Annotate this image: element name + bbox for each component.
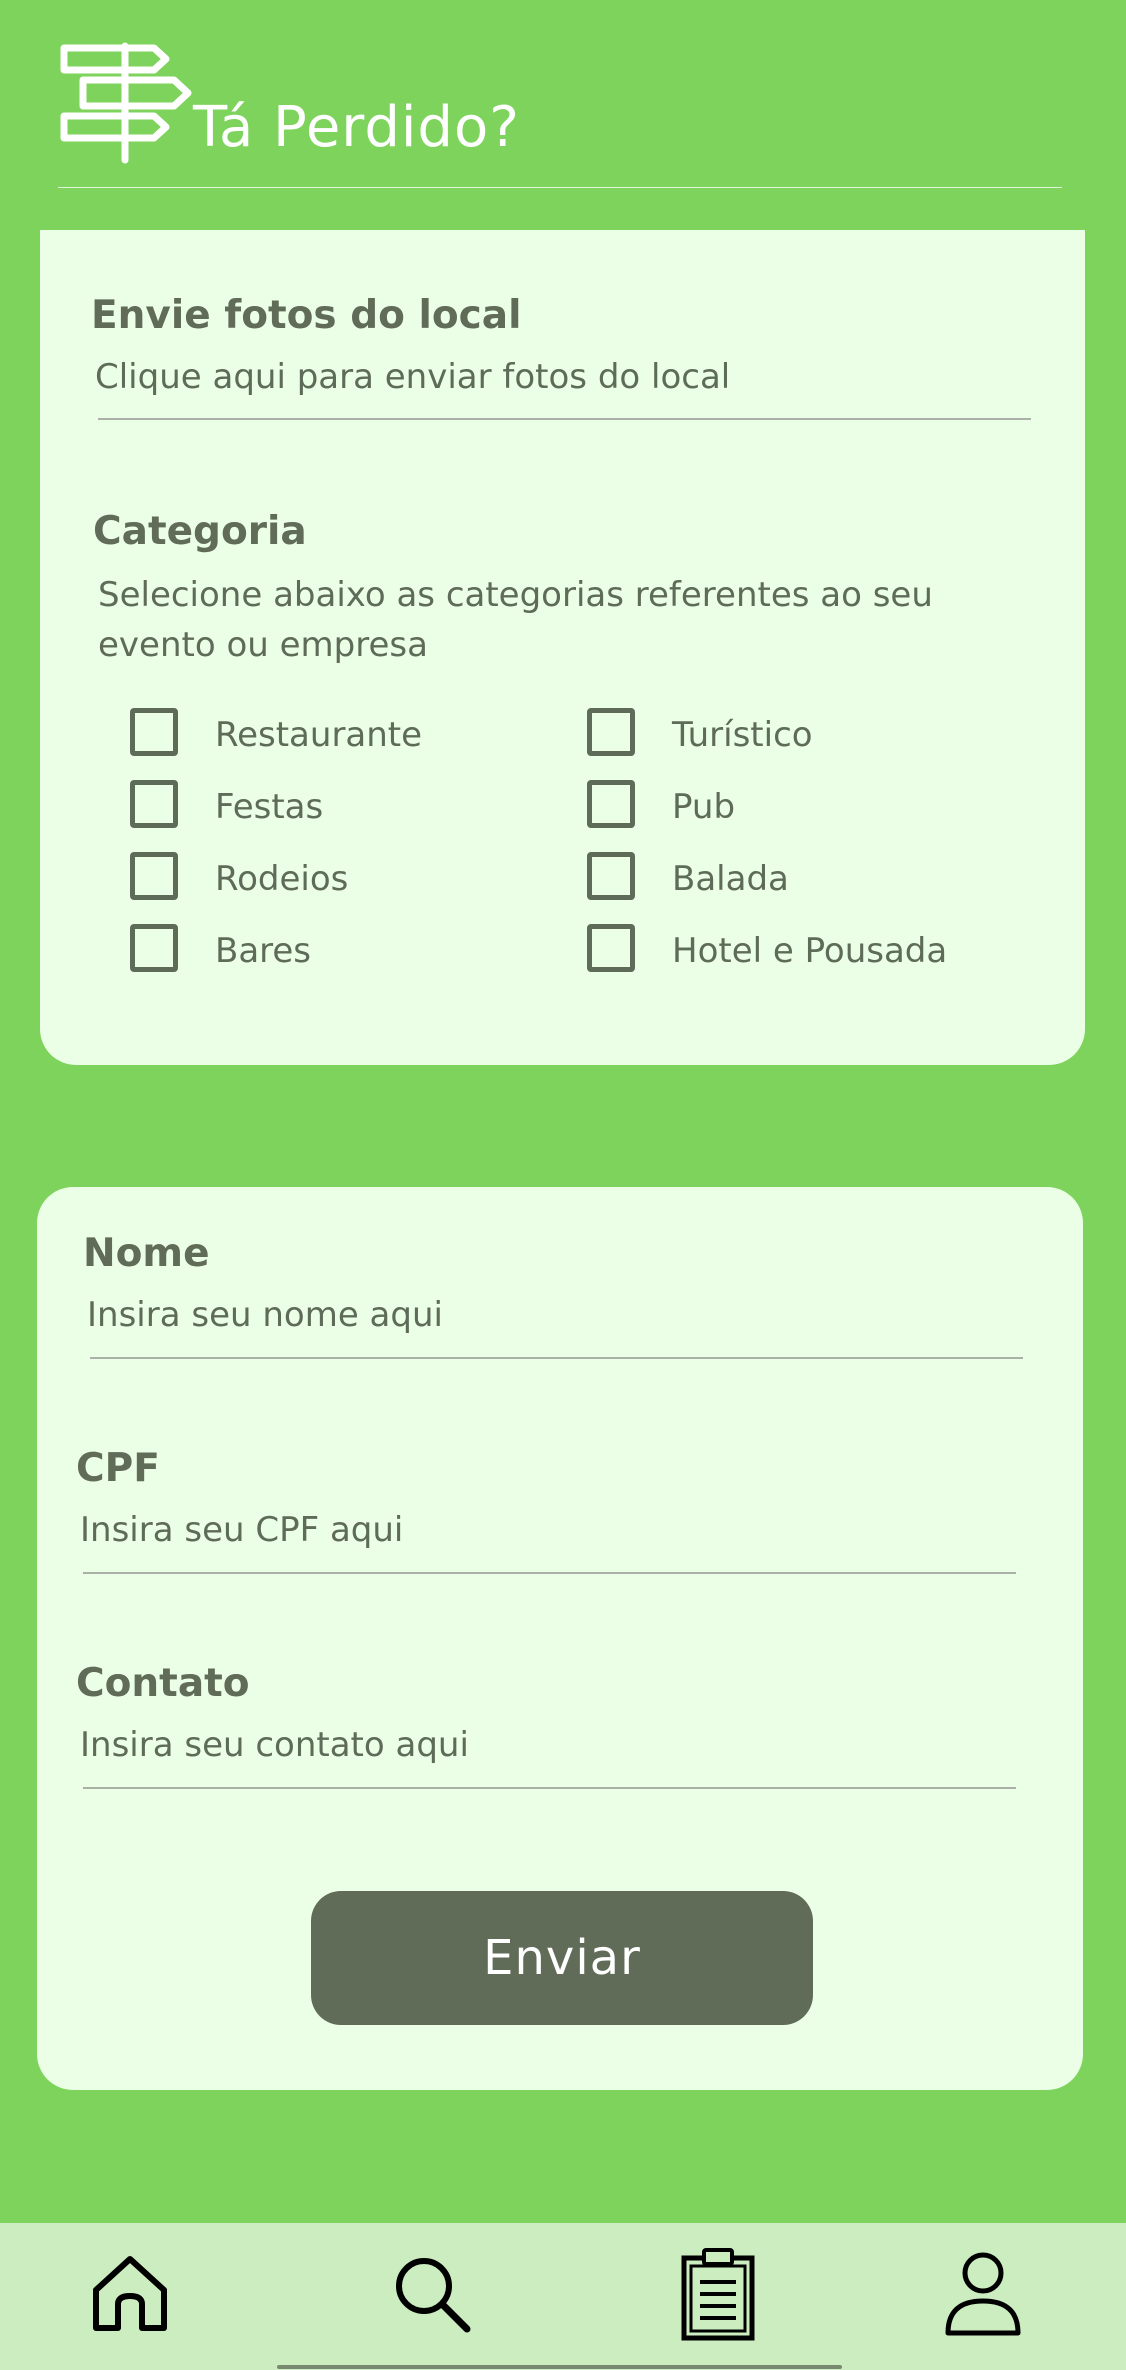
checkbox-label: Restaurante: [215, 715, 423, 755]
name-label: Nome: [83, 1231, 210, 1276]
name-field-underline: [90, 1357, 1023, 1359]
search-icon: [396, 2258, 471, 2333]
name-field[interactable]: Insira seu nome aqui: [87, 1298, 443, 1332]
app-title: Tá Perdido?: [193, 95, 520, 160]
contact-field-underline: [83, 1787, 1016, 1789]
home-icon: [93, 2256, 167, 2331]
checkbox-rodeios[interactable]: [130, 852, 178, 900]
contact-form-card: Nome Insira seu nome aqui CPF Insira seu…: [37, 1187, 1083, 2090]
category-label: Categoria: [93, 509, 307, 554]
cpf-field-underline: [83, 1572, 1016, 1574]
location-details-card: Envie fotos do local Clique aqui para en…: [40, 230, 1085, 1065]
submit-button[interactable]: Enviar: [311, 1891, 813, 2025]
checkbox-label: Balada: [672, 859, 789, 899]
header-divider: [58, 187, 1062, 188]
photos-upload-field[interactable]: Clique aqui para enviar fotos do local: [95, 360, 730, 394]
checkbox-label: Festas: [215, 787, 324, 827]
checkbox-turistico[interactable]: [587, 708, 635, 756]
nav-profile[interactable]: [938, 2249, 1028, 2339]
checkbox-pub[interactable]: [587, 780, 635, 828]
contact-field[interactable]: Insira seu contato aqui: [80, 1728, 469, 1762]
cpf-label: CPF: [76, 1446, 160, 1491]
checkbox-label: Turístico: [672, 715, 813, 755]
checkbox-bares[interactable]: [130, 924, 178, 972]
contact-label: Contato: [76, 1661, 250, 1706]
cpf-field[interactable]: Insira seu CPF aqui: [80, 1513, 403, 1547]
nav-clipboard[interactable]: [673, 2248, 763, 2341]
signpost-icon: [60, 42, 192, 164]
checkbox-restaurante[interactable]: [130, 708, 178, 756]
profile-icon: [945, 2252, 1021, 2336]
app-header: Tá Perdido?: [0, 0, 1126, 190]
checkbox-label: Pub: [672, 787, 736, 827]
checkbox-hotel-pousada[interactable]: [587, 924, 635, 972]
checkbox-label: Hotel e Pousada: [672, 931, 948, 971]
checkbox-label: Bares: [215, 931, 312, 971]
photos-label: Envie fotos do local: [91, 293, 522, 338]
category-description: Selecione abaixo as categorias referente…: [98, 575, 933, 665]
nav-search[interactable]: [387, 2249, 477, 2339]
photos-field-underline: [98, 418, 1031, 420]
bottom-nav: [0, 2223, 1126, 2370]
clipboard-icon: [681, 2248, 755, 2341]
home-indicator: [277, 2365, 842, 2369]
checkbox-label: Rodeios: [215, 859, 349, 899]
checkbox-balada[interactable]: [587, 852, 635, 900]
nav-home[interactable]: [85, 2249, 175, 2339]
checkbox-festas[interactable]: [130, 780, 178, 828]
